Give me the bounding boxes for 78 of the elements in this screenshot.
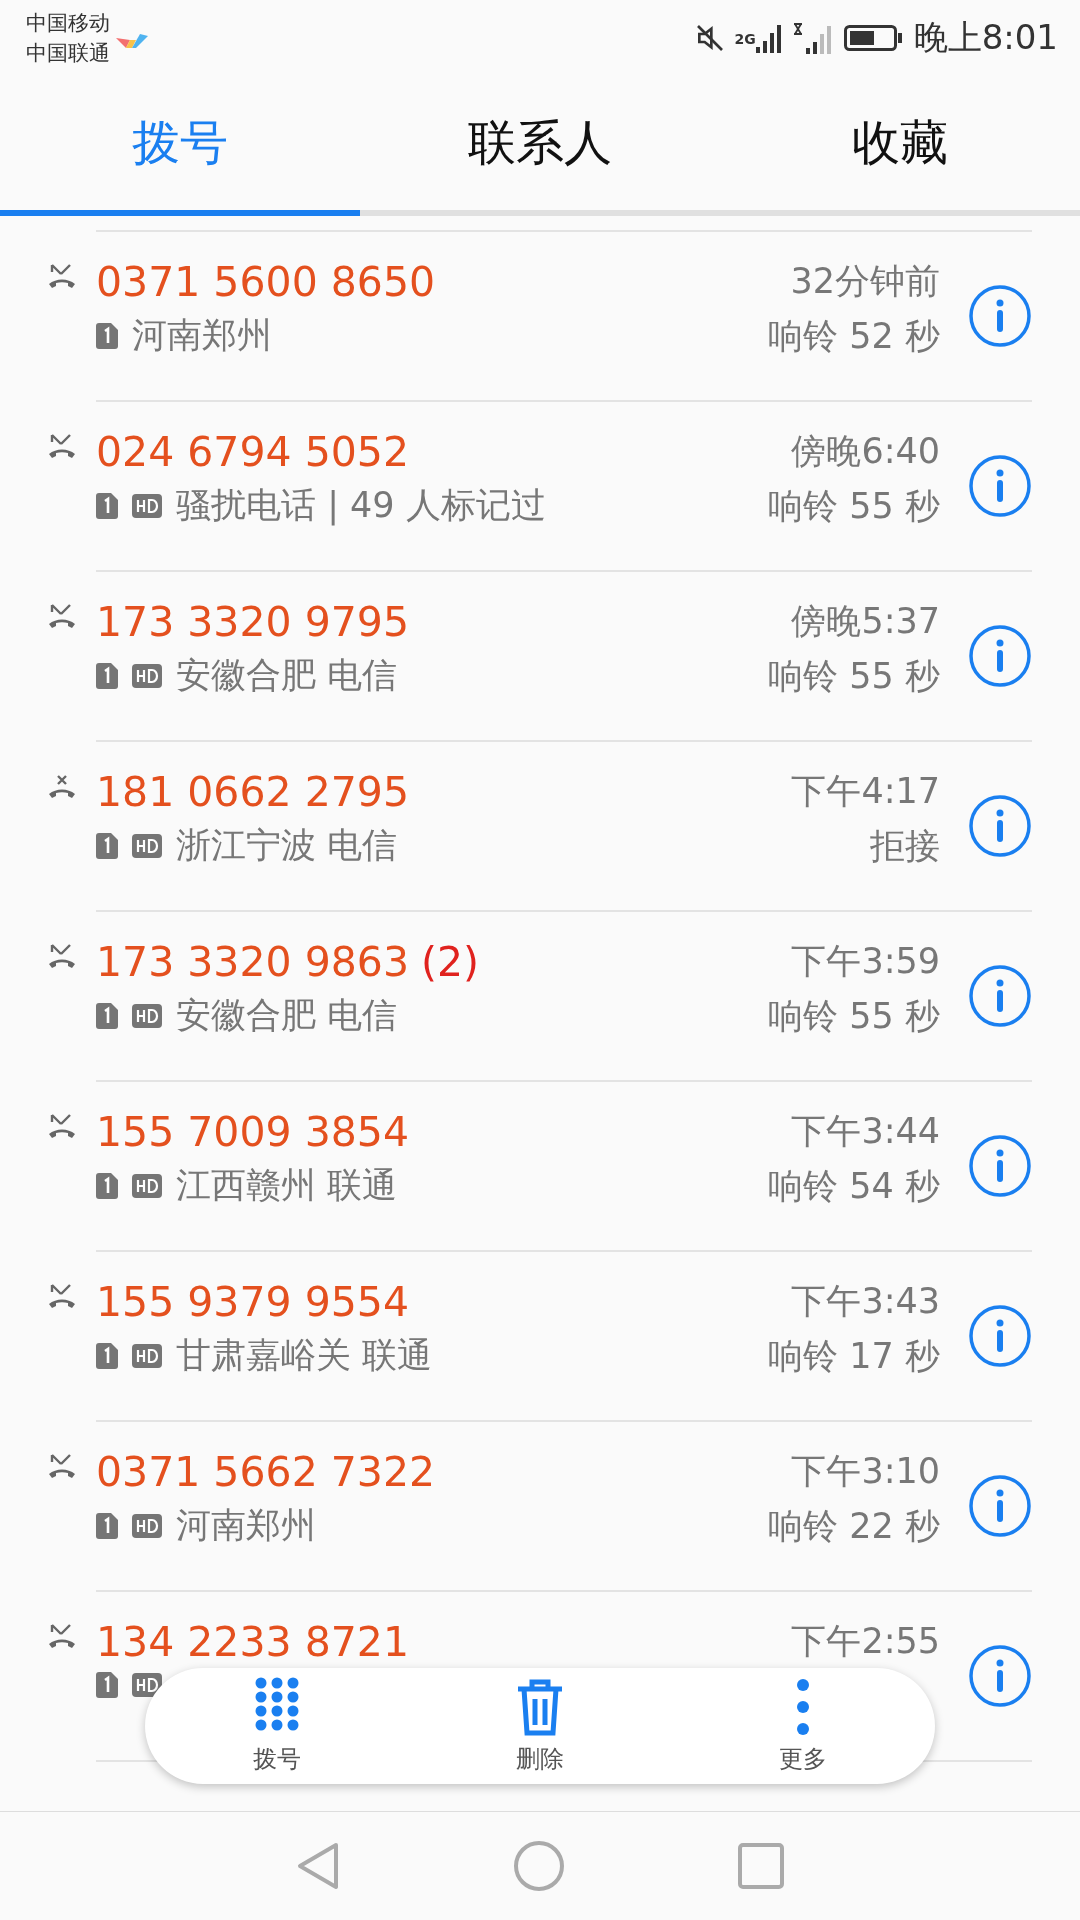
missed-call-icon [46,1282,78,1310]
missed-call-icon [46,1452,78,1480]
carrier-name: 中国移动 [26,10,110,37]
missed-call-icon [46,1622,78,1650]
phone-number: 181 0662 2795 [96,768,409,816]
recents-icon[interactable] [737,1843,784,1889]
rejected-call-icon [46,772,78,800]
call-duration: 响铃 55 秒 [768,485,940,528]
more-icon [795,1677,812,1737]
call-time: 傍晚5:37 [791,600,940,643]
location-text: 浙江宁波 电信 [176,824,398,867]
location-text: 江西赣州 联通 [176,1164,398,1207]
call-count: (2) [421,938,480,986]
phone-number: 134 2233 8721 [96,1618,409,1666]
carrier-name: 中国联通 [26,40,110,67]
location-text: 安徽合肥 电信 [176,994,398,1037]
tab[interactable]: 联系人 [360,76,720,210]
toolbar-button[interactable]: 删除 [460,1677,620,1775]
battery-icon [843,23,902,53]
sim-card-icon [96,1342,118,1369]
call-duration: 响铃 55 秒 [768,995,940,1038]
sim-card-icon [96,1002,118,1029]
info-icon[interactable] [968,624,1032,688]
missed-call-icon [46,1112,78,1140]
location-text: 甘肃嘉峪关 联通 [176,1334,433,1377]
clock-time: 晚上8:01 [913,16,1058,59]
sim-card-icon [96,832,118,859]
location-text: 河南郑州 [132,314,272,357]
call-time: 傍晚6:40 [791,430,940,473]
missed-call-icon [46,602,78,630]
info-icon[interactable] [968,284,1032,348]
phone-number: 155 7009 3854 [96,1108,409,1156]
call-duration: 响铃 52 秒 [768,315,940,358]
call-duration: 响铃 17 秒 [768,1335,940,1378]
call-duration: 响铃 54 秒 [768,1165,940,1208]
network-type: 2G [734,31,756,47]
location-text: 骚扰电话 | 49 人标记过 [176,484,546,528]
missed-call-icon [46,432,78,460]
sim-card-icon [96,1512,118,1539]
info-icon[interactable] [968,1644,1032,1708]
phone-number: 024 6794 5052 [96,428,409,476]
call-time: 下午2:55 [791,1620,940,1663]
call-duration: 响铃 22 秒 [768,1505,940,1548]
phone-number: 173 3320 9795 [96,598,409,646]
call-duration: 拒接 [870,825,940,868]
sim-card-icon [96,662,118,689]
sim-card-icon [96,322,118,349]
info-icon[interactable] [968,1474,1032,1538]
tab[interactable]: 收藏 [720,76,1080,210]
toolbar-button[interactable]: 更多 [723,1677,884,1775]
info-icon[interactable] [968,964,1032,1028]
sim-card-icon [96,492,118,519]
missed-call-icon [46,262,78,290]
call-time: 下午3:10 [791,1450,940,1493]
call-time: 下午3:44 [791,1110,940,1153]
call-time: 32分钟前 [790,260,940,303]
call-time: 下午3:59 [791,940,940,983]
call-time: 下午4:17 [791,770,940,813]
info-icon[interactable] [968,1134,1032,1198]
info-icon[interactable] [968,454,1032,518]
location-text: 河南郑州 [176,1504,316,1547]
call-time: 下午3:43 [791,1280,940,1323]
sim-card-icon [96,1672,118,1698]
home-icon[interactable] [513,1840,565,1892]
phone-number: 155 9379 9554 [96,1278,409,1326]
info-icon[interactable] [968,794,1032,858]
toolbar-button[interactable]: 拨号 [196,1677,357,1775]
location-text: 安徽合肥 电信 [176,654,398,697]
phone-number: 0371 5600 8650 [96,258,436,306]
tab[interactable]: 拨号 [0,76,360,210]
phone-number: 0371 5662 7322 [96,1448,436,1496]
sim-card-icon [96,1172,118,1199]
missed-call-icon [46,942,78,970]
phone-number: 173 3320 9863 [96,938,409,986]
info-icon[interactable] [968,1304,1032,1368]
back-icon[interactable] [296,1841,341,1891]
signal-icon [755,23,784,53]
call-duration: 响铃 55 秒 [768,655,940,698]
